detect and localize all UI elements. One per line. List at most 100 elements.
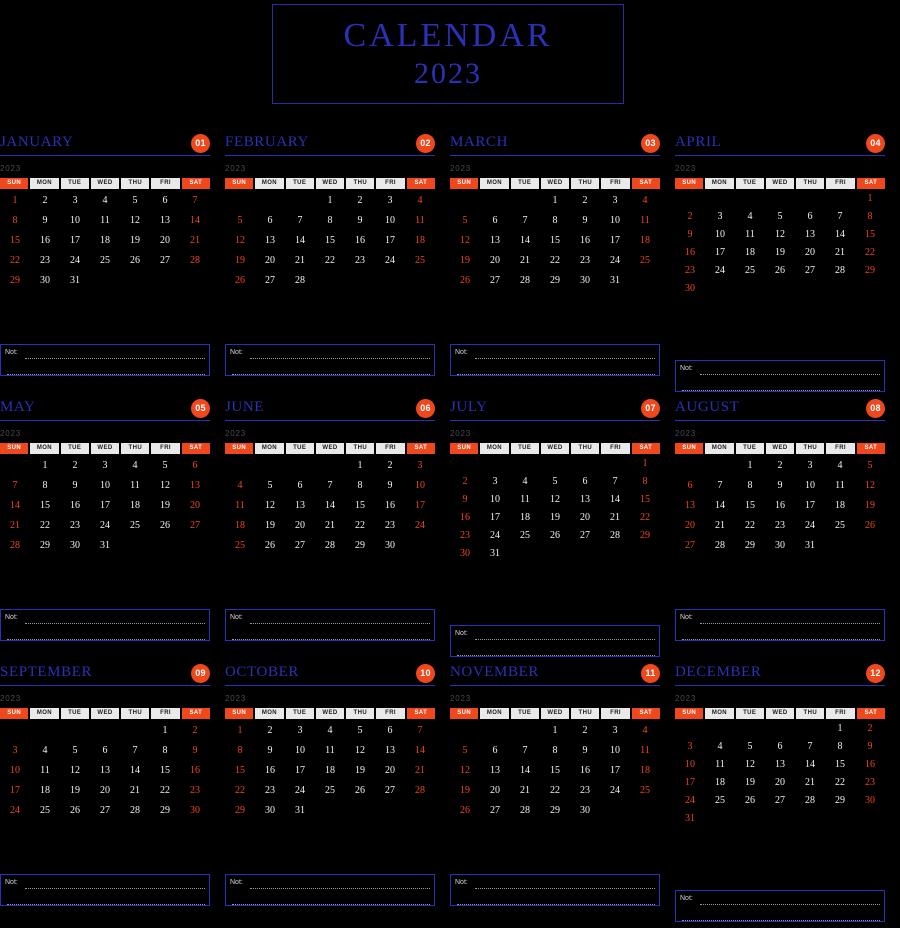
notes-write-line[interactable] (700, 894, 880, 905)
day-cell[interactable]: 5 (60, 741, 90, 761)
day-cell[interactable]: 6 (255, 211, 285, 231)
day-cell[interactable]: 12 (255, 496, 285, 516)
day-cell[interactable]: 3 (480, 473, 510, 491)
notes-box[interactable]: Not: (675, 890, 885, 922)
day-cell[interactable]: 19 (345, 761, 375, 781)
day-cell[interactable]: 28 (120, 801, 150, 821)
day-cell[interactable]: 3 (600, 191, 630, 211)
day-cell[interactable]: 11 (90, 211, 120, 231)
day-cell[interactable]: 14 (600, 491, 630, 509)
day-cell[interactable]: 19 (255, 516, 285, 536)
day-cell[interactable]: 18 (90, 231, 120, 251)
day-cell[interactable]: 3 (405, 456, 435, 476)
day-cell[interactable]: 1 (855, 190, 885, 208)
day-cell[interactable]: 8 (0, 211, 30, 231)
day-cell[interactable]: 5 (540, 473, 570, 491)
day-cell[interactable]: 26 (735, 792, 765, 810)
notes-write-line[interactable] (25, 348, 205, 359)
day-cell[interactable]: 18 (510, 509, 540, 527)
day-cell[interactable]: 1 (630, 455, 660, 473)
day-cell[interactable]: 24 (375, 251, 405, 271)
day-cell[interactable]: 6 (795, 208, 825, 226)
day-cell[interactable]: 14 (120, 761, 150, 781)
day-cell[interactable]: 10 (795, 476, 825, 496)
day-cell[interactable]: 28 (510, 271, 540, 291)
day-cell[interactable]: 3 (675, 738, 705, 756)
notes-write-line[interactable] (700, 613, 880, 624)
day-cell[interactable]: 9 (375, 476, 405, 496)
day-cell[interactable]: 31 (60, 271, 90, 291)
day-cell[interactable]: 15 (0, 231, 30, 251)
day-cell[interactable]: 23 (60, 516, 90, 536)
day-cell[interactable]: 15 (540, 761, 570, 781)
day-cell[interactable]: 27 (480, 801, 510, 821)
day-cell[interactable]: 30 (255, 801, 285, 821)
day-cell[interactable]: 11 (30, 761, 60, 781)
day-cell[interactable]: 21 (705, 516, 735, 536)
day-cell[interactable]: 6 (480, 211, 510, 231)
day-cell[interactable]: 20 (570, 509, 600, 527)
day-cell[interactable]: 28 (405, 781, 435, 801)
day-cell[interactable]: 15 (225, 761, 255, 781)
day-cell[interactable]: 18 (120, 496, 150, 516)
day-cell[interactable]: 10 (600, 741, 630, 761)
day-cell[interactable]: 16 (570, 231, 600, 251)
day-cell[interactable]: 16 (450, 509, 480, 527)
day-cell[interactable]: 4 (90, 191, 120, 211)
day-cell[interactable]: 3 (60, 191, 90, 211)
day-cell[interactable]: 7 (315, 476, 345, 496)
day-cell[interactable]: 18 (405, 231, 435, 251)
day-cell[interactable]: 17 (795, 496, 825, 516)
day-cell[interactable]: 1 (150, 721, 180, 741)
day-cell[interactable]: 5 (855, 456, 885, 476)
notes-write-line[interactable] (7, 894, 205, 905)
day-cell[interactable]: 3 (600, 721, 630, 741)
notes-write-line[interactable] (475, 629, 655, 640)
day-cell[interactable]: 7 (285, 211, 315, 231)
day-cell[interactable]: 8 (315, 211, 345, 231)
day-cell[interactable]: 29 (540, 801, 570, 821)
day-cell[interactable]: 1 (225, 721, 255, 741)
day-cell[interactable]: 28 (705, 536, 735, 556)
day-cell[interactable]: 27 (90, 801, 120, 821)
day-cell[interactable]: 29 (825, 792, 855, 810)
day-cell[interactable]: 27 (570, 527, 600, 545)
day-cell[interactable]: 1 (735, 456, 765, 476)
day-cell[interactable]: 15 (315, 231, 345, 251)
day-cell[interactable]: 16 (180, 761, 210, 781)
notes-write-line[interactable] (25, 878, 205, 889)
day-cell[interactable]: 4 (510, 473, 540, 491)
day-cell[interactable]: 8 (540, 741, 570, 761)
day-cell[interactable]: 24 (795, 516, 825, 536)
day-cell[interactable]: 31 (90, 536, 120, 556)
day-cell[interactable]: 5 (225, 211, 255, 231)
day-cell[interactable]: 30 (570, 271, 600, 291)
notes-write-line[interactable] (700, 364, 880, 375)
day-cell[interactable]: 20 (375, 761, 405, 781)
day-cell[interactable]: 20 (480, 781, 510, 801)
day-cell[interactable]: 22 (225, 781, 255, 801)
day-cell[interactable]: 4 (630, 721, 660, 741)
day-cell[interactable]: 30 (570, 801, 600, 821)
day-cell[interactable]: 13 (480, 231, 510, 251)
notes-write-line[interactable] (250, 348, 430, 359)
day-cell[interactable]: 1 (540, 721, 570, 741)
day-cell[interactable]: 8 (855, 208, 885, 226)
day-cell[interactable]: 23 (570, 781, 600, 801)
day-cell[interactable]: 18 (825, 496, 855, 516)
day-cell[interactable]: 15 (540, 231, 570, 251)
day-cell[interactable]: 12 (150, 476, 180, 496)
notes-write-line[interactable] (475, 878, 655, 889)
day-cell[interactable]: 15 (735, 496, 765, 516)
day-cell[interactable]: 3 (285, 721, 315, 741)
day-cell[interactable]: 24 (0, 801, 30, 821)
day-cell[interactable]: 25 (405, 251, 435, 271)
day-cell[interactable]: 24 (600, 251, 630, 271)
day-cell[interactable]: 21 (285, 251, 315, 271)
day-cell[interactable]: 27 (675, 536, 705, 556)
day-cell[interactable]: 25 (225, 536, 255, 556)
day-cell[interactable]: 15 (345, 496, 375, 516)
day-cell[interactable]: 14 (705, 496, 735, 516)
day-cell[interactable]: 12 (450, 761, 480, 781)
day-cell[interactable]: 29 (630, 527, 660, 545)
